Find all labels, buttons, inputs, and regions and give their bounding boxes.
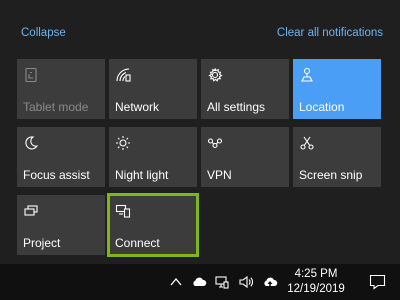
action-center-button[interactable] <box>355 264 400 300</box>
vpn-icon <box>207 135 223 151</box>
tile-label: Tablet mode <box>23 100 89 114</box>
tile-all-settings[interactable]: All settings <box>201 59 289 119</box>
tile-label: Screen snip <box>299 168 363 182</box>
network-icon <box>115 67 131 83</box>
tile-screen-snip[interactable]: Screen snip <box>293 127 381 187</box>
tile-label: Project <box>23 236 61 250</box>
clock-time: 4:25 PM <box>294 268 338 280</box>
tile-connect[interactable]: Connect <box>107 193 199 257</box>
tile-night-light[interactable]: Night light <box>109 127 197 187</box>
tile-network[interactable]: Network <box>109 59 197 119</box>
tile-project[interactable]: Project <box>17 195 105 255</box>
network-icon[interactable] <box>214 274 230 290</box>
tile-vpn[interactable]: VPN <box>201 127 289 187</box>
cloud-icon[interactable] <box>191 274 207 290</box>
gear-icon <box>207 67 223 83</box>
tile-location[interactable]: Location <box>293 59 381 119</box>
tile-tablet-mode[interactable]: Tablet mode <box>17 59 105 119</box>
moon-icon <box>23 135 39 151</box>
clock-date: 12/19/2019 <box>287 283 345 295</box>
onedrive-sync-icon[interactable] <box>262 274 278 290</box>
quick-actions-grid: Tablet mode Network All settings Locatio… <box>17 59 381 257</box>
tile-label: Location <box>299 100 345 114</box>
notification-icon <box>369 274 386 290</box>
action-center-panel: Collapse Clear all notifications Tablet … <box>0 0 400 264</box>
volume-icon[interactable] <box>238 274 254 290</box>
tile-label: Connect <box>115 236 160 250</box>
tile-label: All settings <box>207 100 266 114</box>
tile-focus-assist[interactable]: Focus assist <box>17 127 105 187</box>
tile-label: Focus assist <box>23 168 90 182</box>
tile-label: Night light <box>115 168 169 182</box>
tile-label: Network <box>115 100 160 114</box>
chevron-up-icon[interactable] <box>168 274 184 290</box>
taskbar: 4:25 PM 12/19/2019 <box>0 264 400 300</box>
tablet-mode-icon <box>23 67 39 83</box>
connect-icon <box>115 203 131 219</box>
project-icon <box>23 203 39 219</box>
sun-icon <box>115 135 131 151</box>
screen-snip-icon <box>299 135 315 151</box>
tile-label: VPN <box>207 168 232 182</box>
clear-all-notifications-link[interactable]: Clear all notifications <box>277 27 383 39</box>
collapse-link[interactable]: Collapse <box>21 27 66 39</box>
location-icon <box>299 67 315 83</box>
clock[interactable]: 4:25 PM 12/19/2019 <box>285 267 347 297</box>
